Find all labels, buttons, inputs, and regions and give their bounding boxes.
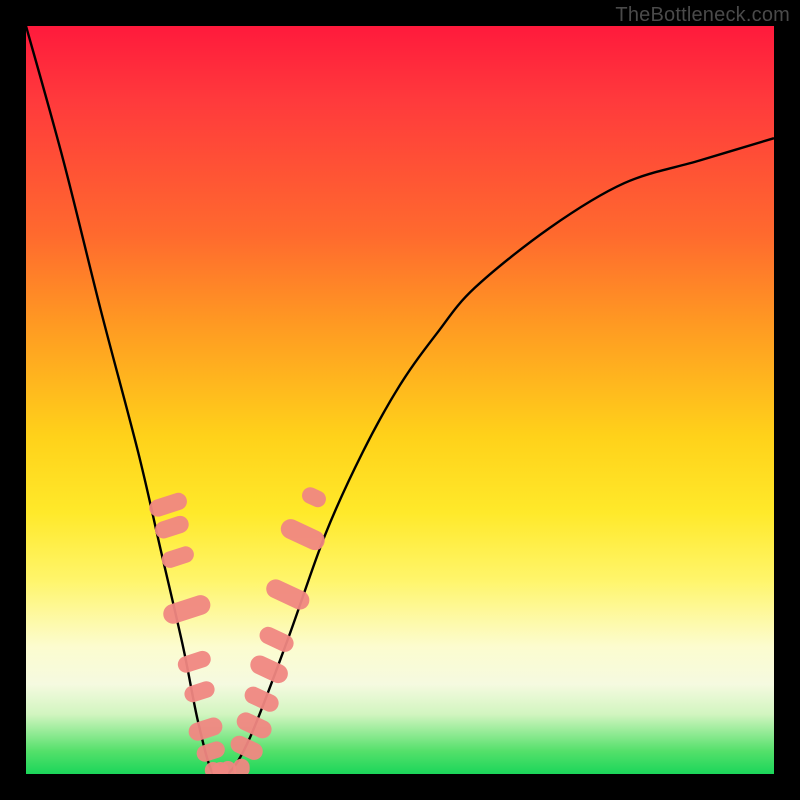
chart-frame: TheBottleneck.com [0, 0, 800, 800]
plot-area [26, 26, 774, 774]
marker-blob [176, 649, 213, 675]
marker-blob [278, 516, 328, 554]
scatter-markers [147, 485, 329, 774]
watermark-text: TheBottleneck.com [615, 4, 790, 27]
marker-blob [247, 652, 291, 686]
curve-line [26, 26, 774, 774]
marker-blob [160, 544, 196, 570]
marker-blob [161, 593, 213, 627]
marker-blob [186, 715, 224, 743]
marker-blob [195, 739, 227, 764]
marker-blob [263, 576, 312, 612]
marker-blob [182, 679, 216, 704]
marker-blob [233, 759, 249, 774]
marker-blob [147, 491, 189, 519]
marker-blob [299, 485, 328, 510]
bottleneck-curve [26, 26, 774, 774]
marker-blob [153, 514, 191, 541]
